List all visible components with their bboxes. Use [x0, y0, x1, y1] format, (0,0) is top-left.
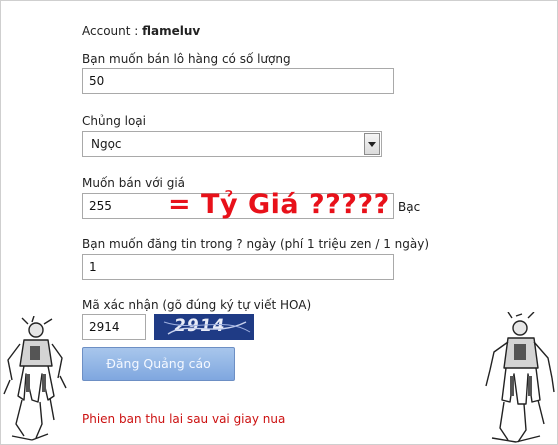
warrior-character-icon	[3, 316, 67, 441]
footer-note: Phien ban thu lai sau vai giay nua	[82, 412, 286, 426]
price-label: Muốn bán với giá	[82, 176, 186, 190]
chevron-down-icon[interactable]	[364, 133, 380, 155]
captcha-noise	[163, 321, 251, 335]
captcha-image: 2914	[154, 314, 254, 340]
duration-label: Bạn muốn đăng tin trong ? ngày (phí 1 tr…	[82, 237, 430, 251]
quantity-label: Bạn muốn bán lô hàng có số lượng	[82, 52, 291, 66]
price-currency: Bạc	[398, 200, 421, 214]
duration-input[interactable]	[82, 254, 394, 280]
warrior-character-icon	[485, 312, 555, 443]
category-selected-value: Ngọc	[91, 137, 122, 151]
category-select[interactable]: Ngọc	[82, 131, 382, 157]
account-label: Account :	[82, 24, 143, 38]
quantity-input[interactable]	[82, 68, 394, 94]
submit-ad-button[interactable]: Đăng Quảng cáo	[82, 347, 235, 381]
price-overlay-annotation: = Tỷ Giá ?????	[168, 189, 390, 220]
account-name: flameluv	[142, 24, 201, 38]
captcha-label: Mã xác nhận (gõ đúng ký tự viết HOA)	[82, 298, 312, 312]
account-line: Account : flameluv	[82, 24, 200, 38]
category-label: Chủng loại	[82, 114, 146, 128]
captcha-input[interactable]	[82, 314, 146, 340]
